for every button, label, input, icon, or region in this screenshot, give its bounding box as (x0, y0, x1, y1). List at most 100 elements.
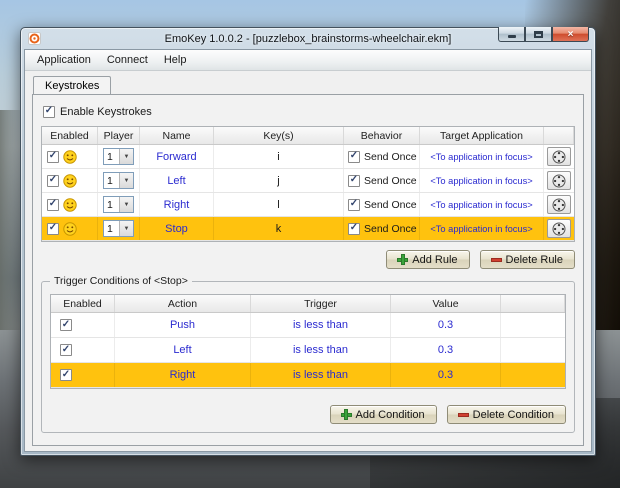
chevron-down-icon: ▼ (119, 149, 133, 164)
rule-target-application: <To application in focus> (420, 169, 544, 192)
menu-application[interactable]: Application (29, 52, 99, 68)
rule-enabled-checkbox[interactable] (47, 150, 59, 163)
minus-icon (490, 255, 502, 264)
player-select[interactable]: 1 ▼ (103, 148, 134, 165)
keystrokes-tab-page: Enable Keystrokes Enabled Player Name Ke… (32, 94, 584, 446)
behavior-label: Send Once (364, 198, 417, 211)
condition-enabled-checkbox[interactable] (60, 319, 72, 331)
column-header-enabled: Enabled (42, 127, 98, 144)
target-application-button[interactable] (547, 171, 571, 190)
window-client-area: Application Connect Help Keystrokes Enab… (24, 49, 592, 452)
maximize-button[interactable] (525, 27, 552, 42)
smiley-icon (63, 221, 77, 236)
rule-enabled-checkbox[interactable] (47, 174, 59, 187)
smiley-icon (63, 149, 77, 164)
behavior-checkbox[interactable] (348, 222, 360, 235)
condition-trigger: is less than (251, 338, 391, 362)
player-select[interactable]: 1 ▼ (103, 196, 134, 213)
add-condition-button[interactable]: Add Condition (329, 405, 437, 424)
rule-target-application: <To application in focus> (420, 217, 544, 240)
rules-table: Enabled Player Name Key(s) Behavior Targ… (41, 126, 575, 242)
target-application-button[interactable] (547, 147, 571, 166)
close-icon: × (567, 28, 574, 40)
rule-name: Forward (140, 145, 214, 168)
condition-row[interactable]: Push is less than 0.3 (51, 313, 565, 338)
target-application-button[interactable] (547, 195, 571, 214)
window-title: EmoKey 1.0.0.2 - [puzzlebox_brainstorms-… (164, 32, 452, 45)
titlebar[interactable]: EmoKey 1.0.0.2 - [puzzlebox_brainstorms-… (21, 27, 595, 50)
player-select[interactable]: 1 ▼ (103, 172, 134, 189)
delete-rule-button[interactable]: Delete Rule (479, 250, 575, 269)
column-header-keys: Key(s) (214, 127, 344, 144)
condition-trigger: is less than (251, 363, 391, 387)
rules-table-header: Enabled Player Name Key(s) Behavior Targ… (42, 127, 574, 145)
condition-row[interactable]: Right is less than 0.3 (51, 363, 565, 388)
column-header-target: Target Application (420, 127, 544, 144)
minus-icon (457, 410, 469, 419)
behavior-checkbox[interactable] (348, 150, 360, 163)
rule-keys: i (214, 145, 344, 168)
column-header-filler (501, 295, 565, 312)
dpad-icon (552, 150, 566, 163)
rule-keys: j (214, 169, 344, 192)
rule-enabled-checkbox[interactable] (47, 222, 59, 235)
condition-value: 0.3 (391, 338, 501, 362)
chevron-down-icon: ▼ (119, 221, 133, 236)
tab-keystrokes[interactable]: Keystrokes (33, 76, 112, 96)
conditions-table-header: Enabled Action Trigger Value (51, 295, 565, 313)
condition-row[interactable]: Left is less than 0.3 (51, 338, 565, 363)
player-select-value: 1 (107, 198, 113, 211)
condition-enabled-checkbox[interactable] (60, 369, 72, 381)
behavior-checkbox[interactable] (348, 198, 360, 211)
column-header-cond-enabled: Enabled (51, 295, 115, 312)
player-select-value: 1 (107, 150, 113, 163)
condition-value: 0.3 (391, 313, 501, 337)
smiley-icon (63, 173, 77, 188)
menu-bar: Application Connect Help (25, 50, 591, 71)
condition-trigger: is less than (251, 313, 391, 337)
trigger-conditions-title: Trigger Conditions of <Stop> (50, 275, 192, 287)
condition-value: 0.3 (391, 363, 501, 387)
minimize-button[interactable] (498, 27, 525, 42)
delete-condition-button[interactable]: Delete Condition (446, 405, 566, 424)
close-button[interactable]: × (552, 27, 589, 42)
menu-connect[interactable]: Connect (99, 52, 156, 68)
rule-keys: k (214, 217, 344, 240)
rule-row[interactable]: 1 ▼ Forward i Send Once <To application … (42, 145, 574, 169)
column-header-behavior: Behavior (344, 127, 420, 144)
minimize-icon (507, 35, 516, 38)
condition-enabled-checkbox[interactable] (60, 344, 72, 356)
rule-enabled-checkbox[interactable] (47, 198, 59, 211)
app-icon (28, 32, 41, 50)
column-header-name: Name (140, 127, 214, 144)
chevron-down-icon: ▼ (119, 173, 133, 188)
rule-target-application: <To application in focus> (420, 193, 544, 216)
chevron-down-icon: ▼ (119, 197, 133, 212)
smiley-icon (63, 197, 77, 212)
enable-keystrokes-checkbox[interactable] (43, 105, 55, 118)
behavior-label: Send Once (364, 174, 417, 187)
target-application-button[interactable] (547, 219, 571, 238)
enable-keystrokes-label: Enable Keystrokes (60, 105, 152, 118)
menu-help[interactable]: Help (156, 52, 195, 68)
player-select-value: 1 (107, 222, 113, 235)
rule-name: Right (140, 193, 214, 216)
tab-strip: Keystrokes (25, 71, 591, 96)
rule-row[interactable]: 1 ▼ Stop k Send Once <To application in … (42, 217, 574, 241)
column-header-trigger: Trigger (251, 295, 391, 312)
behavior-checkbox[interactable] (348, 174, 360, 187)
rule-target-application: <To application in focus> (420, 145, 544, 168)
plus-icon (340, 409, 352, 420)
rule-row[interactable]: 1 ▼ Right l Send Once <To application in… (42, 193, 574, 217)
behavior-label: Send Once (364, 150, 417, 163)
dpad-icon (552, 222, 566, 235)
behavior-label: Send Once (364, 222, 417, 235)
player-select[interactable]: 1 ▼ (103, 220, 134, 237)
add-rule-button[interactable]: Add Rule (386, 250, 470, 269)
dpad-icon (552, 198, 566, 211)
emokey-window: EmoKey 1.0.0.2 - [puzzlebox_brainstorms-… (20, 27, 596, 456)
trigger-conditions-groupbox: Trigger Conditions of <Stop> Enabled Act… (41, 275, 575, 433)
maximize-icon (534, 30, 543, 38)
rule-name: Stop (140, 217, 214, 240)
rule-row[interactable]: 1 ▼ Left j Send Once <To application in … (42, 169, 574, 193)
